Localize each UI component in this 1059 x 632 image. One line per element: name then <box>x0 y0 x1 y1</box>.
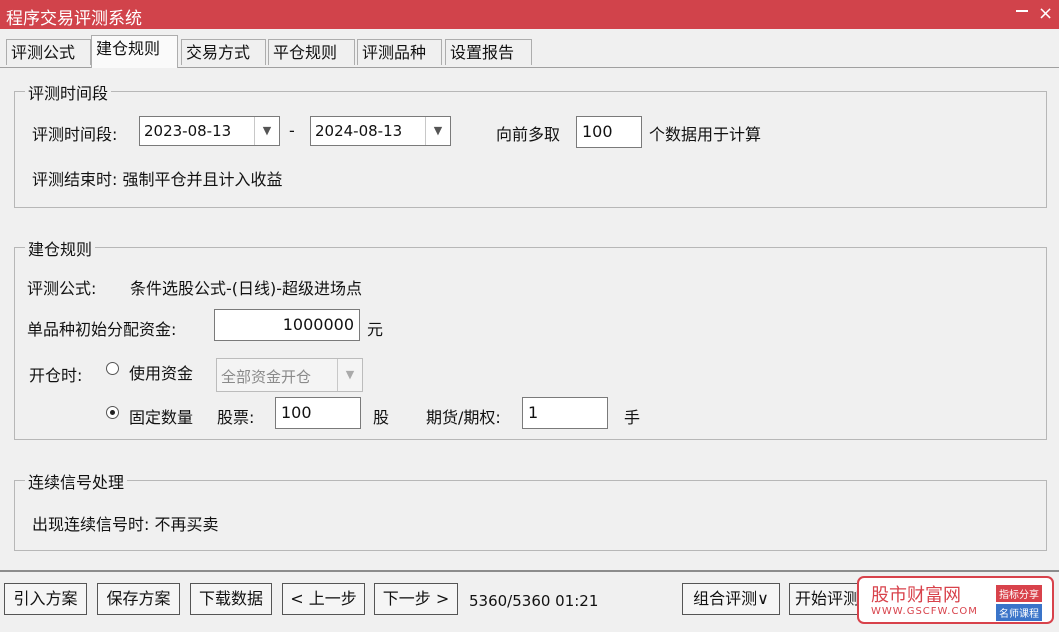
close-icon[interactable]: × <box>1038 2 1053 26</box>
stock-quantity-input[interactable]: 100 <box>275 397 361 429</box>
watermark-logo: 股市财富网 WWW.GSCFW.COM 指标分享 名师课程 <box>857 576 1054 624</box>
open-rules-group-title: 建仓规则 <box>25 236 96 260</box>
tab-trade-mode[interactable]: 交易方式 <box>181 39 266 65</box>
save-plan-button[interactable]: 保存方案 <box>97 583 180 615</box>
tab-close-rules[interactable]: 平仓规则 <box>268 39 355 65</box>
futures-unit: 手 <box>624 408 641 427</box>
stock-label: 股票: <box>217 408 255 427</box>
lookback-input[interactable]: 100 <box>576 116 642 148</box>
capital-input[interactable]: 1000000 <box>214 309 360 341</box>
capital-unit: 元 <box>367 320 384 339</box>
watermark-tag-course: 名师课程 <box>996 604 1042 621</box>
prev-step-button[interactable]: < 上一步 <box>282 583 365 615</box>
watermark-tag-share: 指标分享 <box>996 585 1042 602</box>
import-plan-button[interactable]: 引入方案 <box>4 583 87 615</box>
watermark-name: 股市财富网 <box>871 585 961 606</box>
progress-status: 5360/5360 01:21 <box>469 592 599 610</box>
end-date-value: 2024-08-13 <box>315 122 403 140</box>
tab-strip: 评测公式 建仓规则 交易方式 平仓规则 评测品种 设置报告 <box>0 35 1059 68</box>
period-group-title: 评测时间段 <box>25 80 112 104</box>
signals-group-title: 连续信号处理 <box>25 469 128 493</box>
capital-mode-select: 全部资金开仓 ▼ <box>216 358 363 392</box>
futures-quantity-input[interactable]: 1 <box>522 397 608 429</box>
download-data-button[interactable]: 下载数据 <box>190 583 272 615</box>
formula-label: 评测公式: <box>27 279 97 298</box>
chevron-down-icon[interactable]: ▼ <box>254 117 279 145</box>
minimize-icon[interactable] <box>1016 10 1028 12</box>
capital-mode-value: 全部资金开仓 <box>221 368 312 386</box>
capital-label: 单品种初始分配资金: <box>27 320 177 339</box>
next-step-button[interactable]: 下一步 > <box>374 583 458 615</box>
title-bar: 程序交易评测系统 × <box>0 0 1059 29</box>
tab-open-rules[interactable]: 建仓规则 <box>91 35 178 68</box>
date-separator: - <box>289 121 295 140</box>
signals-rule: 出现连续信号时: 不再买卖 <box>32 515 219 534</box>
lookback-suffix: 个数据用于计算 <box>649 125 762 144</box>
end-rule-text: 评测结束时: 强制平仓并且计入收益 <box>32 170 283 189</box>
formula-value: 条件选股公式-(日线)-超级进场点 <box>130 279 363 298</box>
period-label: 评测时间段: <box>32 125 118 144</box>
tab-instruments[interactable]: 评测品种 <box>357 39 442 65</box>
stock-unit: 股 <box>373 408 390 427</box>
chevron-down-icon: ▼ <box>337 359 362 391</box>
radio-use-capital[interactable] <box>106 362 119 375</box>
watermark-url: WWW.GSCFW.COM <box>871 606 978 617</box>
start-date-picker[interactable]: 2023-08-13 ▼ <box>139 116 280 146</box>
radio-fixed-quantity[interactable] <box>106 406 119 419</box>
lookback-label: 向前多取 <box>496 125 561 144</box>
window-title: 程序交易评测系统 <box>6 9 142 29</box>
radio-use-capital-label[interactable]: 使用资金 <box>129 360 193 384</box>
open-label: 开仓时: <box>29 366 83 385</box>
futures-label: 期货/期权: <box>426 408 501 427</box>
end-date-picker[interactable]: 2024-08-13 ▼ <box>310 116 451 146</box>
combo-eval-button[interactable]: 组合评测∨ <box>682 583 780 615</box>
radio-fixed-quantity-label[interactable]: 固定数量 <box>129 404 193 428</box>
chevron-down-icon[interactable]: ▼ <box>425 117 450 145</box>
start-date-value: 2023-08-13 <box>144 122 232 140</box>
period-group: 评测时间段 <box>14 80 1047 208</box>
tab-report[interactable]: 设置报告 <box>445 39 532 65</box>
tab-formula[interactable]: 评测公式 <box>6 39 91 65</box>
